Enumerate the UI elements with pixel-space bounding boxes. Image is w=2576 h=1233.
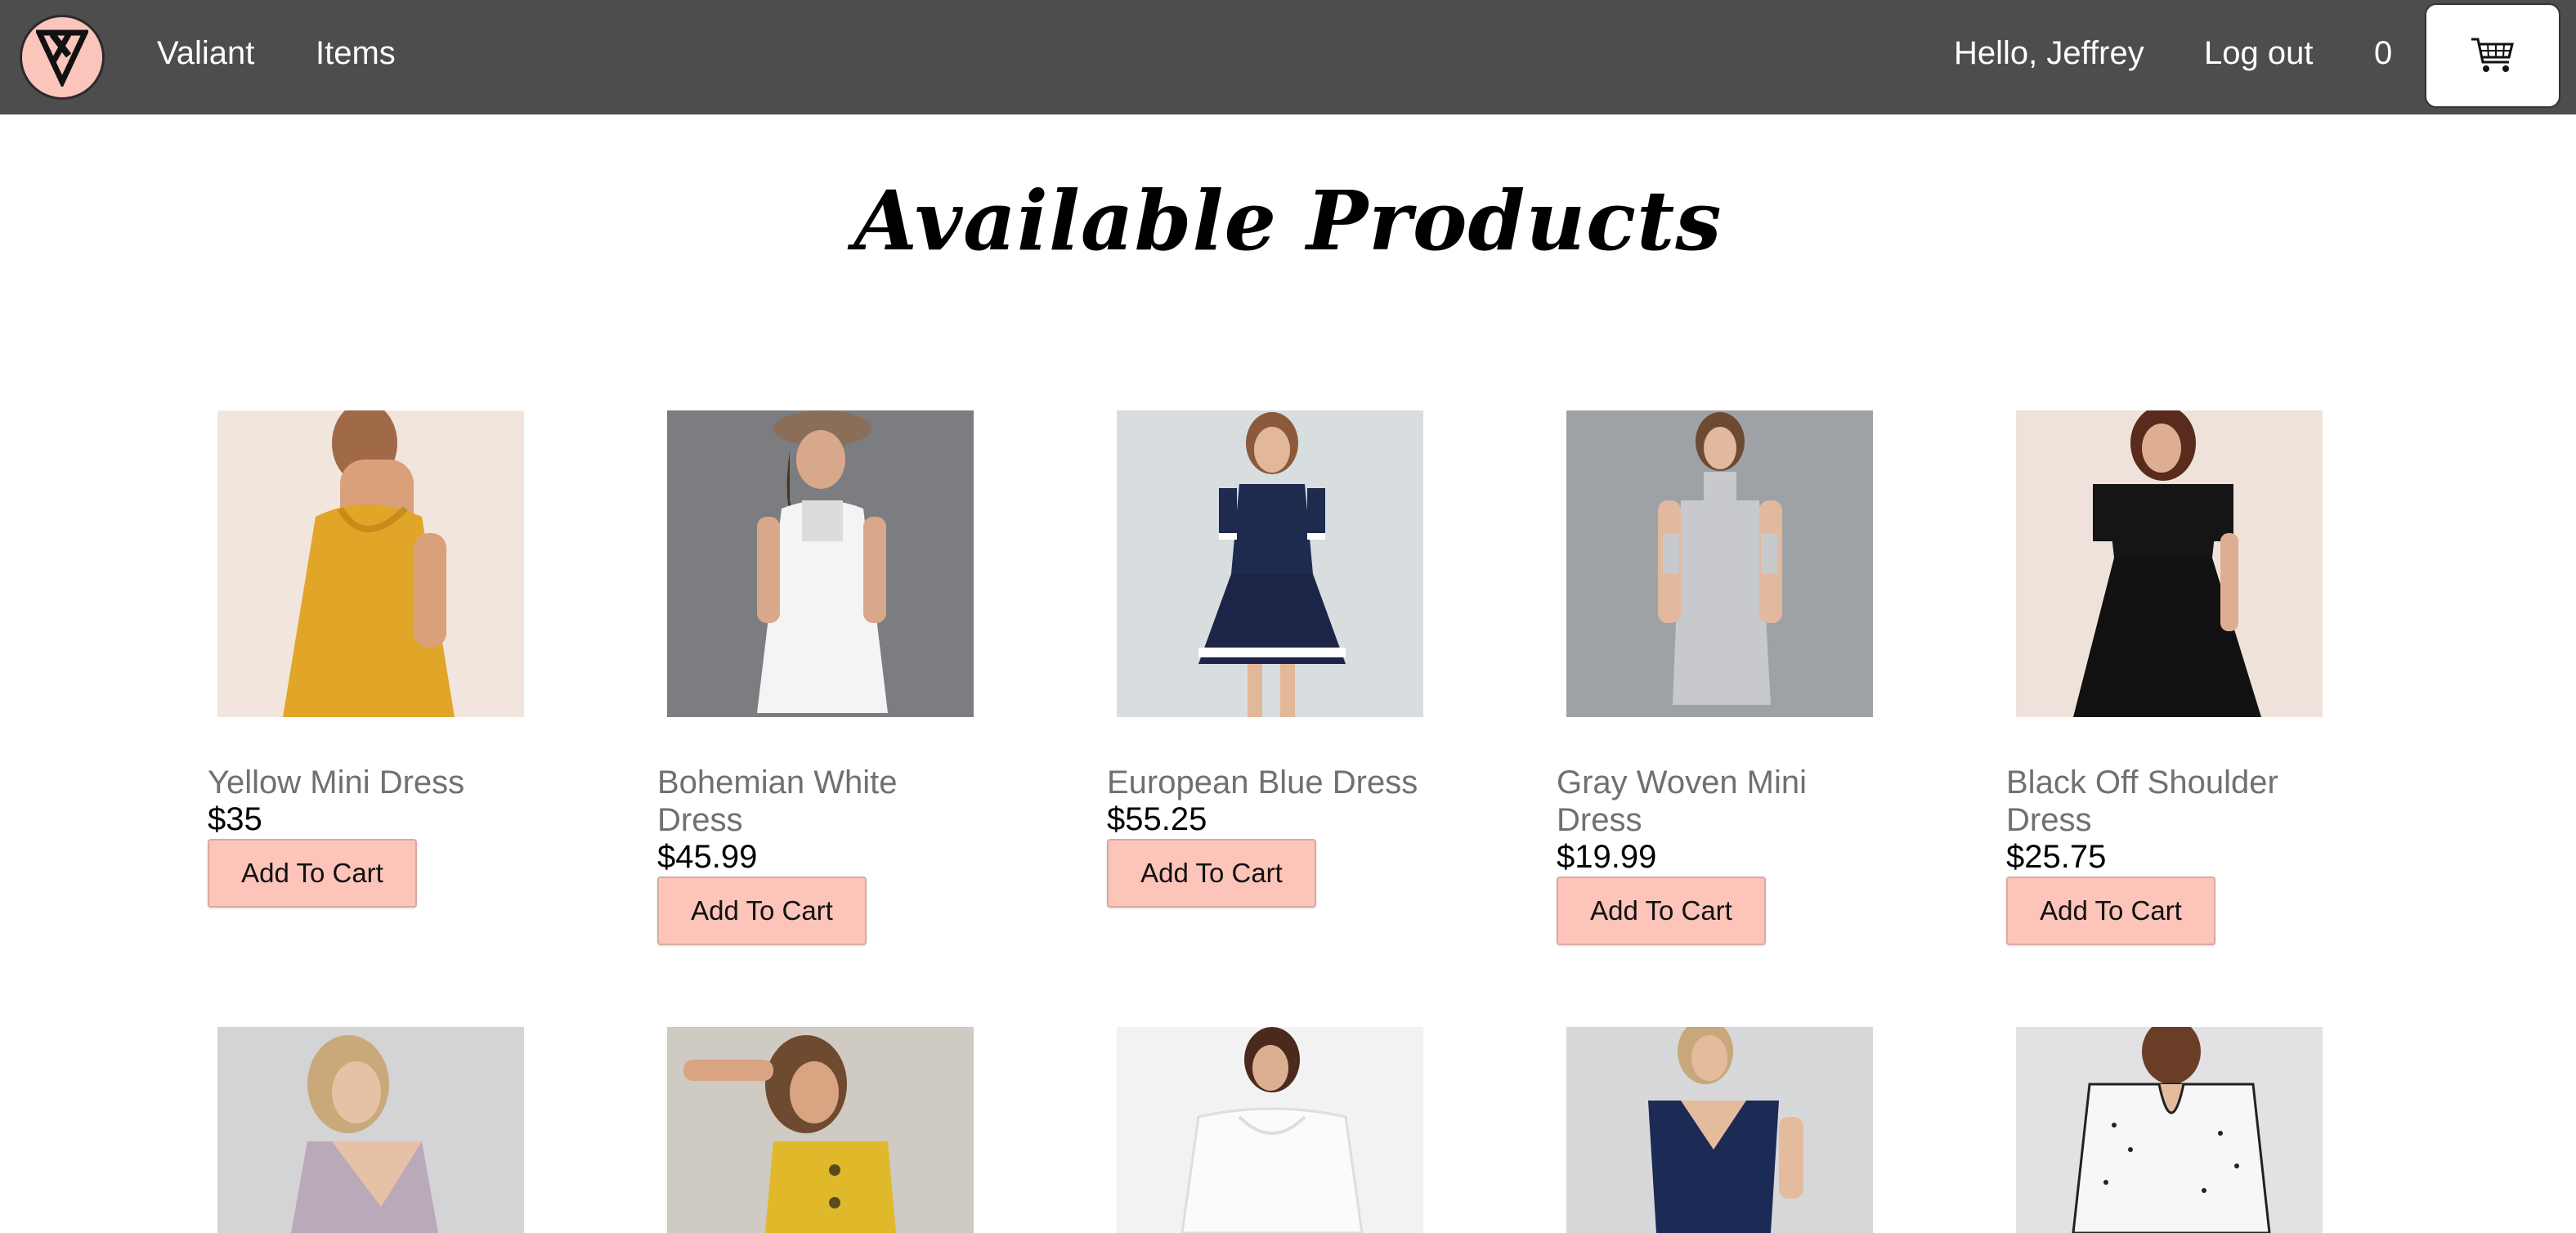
- product-image[interactable]: [2016, 1027, 2323, 1233]
- add-to-cart-button[interactable]: Add To Cart: [2006, 877, 2215, 945]
- product-price: $25.75: [2006, 839, 2107, 875]
- product-price: $35: [208, 801, 262, 837]
- user-greeting: Hello, Jeffrey: [1954, 35, 2144, 71]
- logout-link[interactable]: Log out: [2204, 33, 2313, 74]
- product-name[interactable]: Yellow Mini Dress: [208, 764, 535, 801]
- product-price: $45.99: [657, 839, 758, 875]
- product-image[interactable]: [2016, 410, 2323, 717]
- cart-count: 0: [2374, 35, 2393, 71]
- valiant-logo-icon[interactable]: [20, 15, 105, 100]
- product-price: $55.25: [1107, 801, 1207, 837]
- product-image[interactable]: [667, 410, 974, 717]
- navbar: Valiant Items Hello, Jeffrey Log out 0: [0, 0, 2576, 114]
- product-name[interactable]: Bohemian White Dress: [657, 764, 984, 839]
- product-image[interactable]: [1117, 1027, 1423, 1233]
- shopping-cart-icon: [2471, 38, 2514, 72]
- product-name[interactable]: European Blue Dress: [1107, 764, 1434, 801]
- cart-button[interactable]: [2425, 3, 2560, 108]
- product-image[interactable]: [1566, 1027, 1873, 1233]
- add-to-cart-button[interactable]: Add To Cart: [1557, 877, 1766, 945]
- product-name[interactable]: Gray Woven Mini Dress: [1557, 764, 1884, 839]
- product-image[interactable]: [667, 1027, 974, 1233]
- product-image[interactable]: [217, 1027, 524, 1233]
- nav-items-link[interactable]: Items: [316, 33, 396, 74]
- product-price: $19.99: [1557, 839, 1657, 875]
- add-to-cart-button[interactable]: Add To Cart: [1107, 839, 1316, 908]
- product-image[interactable]: [1566, 410, 1873, 717]
- add-to-cart-button[interactable]: Add To Cart: [657, 877, 867, 945]
- product-image[interactable]: [1117, 410, 1423, 717]
- add-to-cart-button[interactable]: Add To Cart: [208, 839, 417, 908]
- product-name[interactable]: Black Off Shoulder Dress: [2006, 764, 2333, 839]
- page-title: Available Products: [853, 173, 1723, 269]
- product-image[interactable]: [217, 410, 524, 717]
- nav-brand-link[interactable]: Valiant: [157, 33, 254, 74]
